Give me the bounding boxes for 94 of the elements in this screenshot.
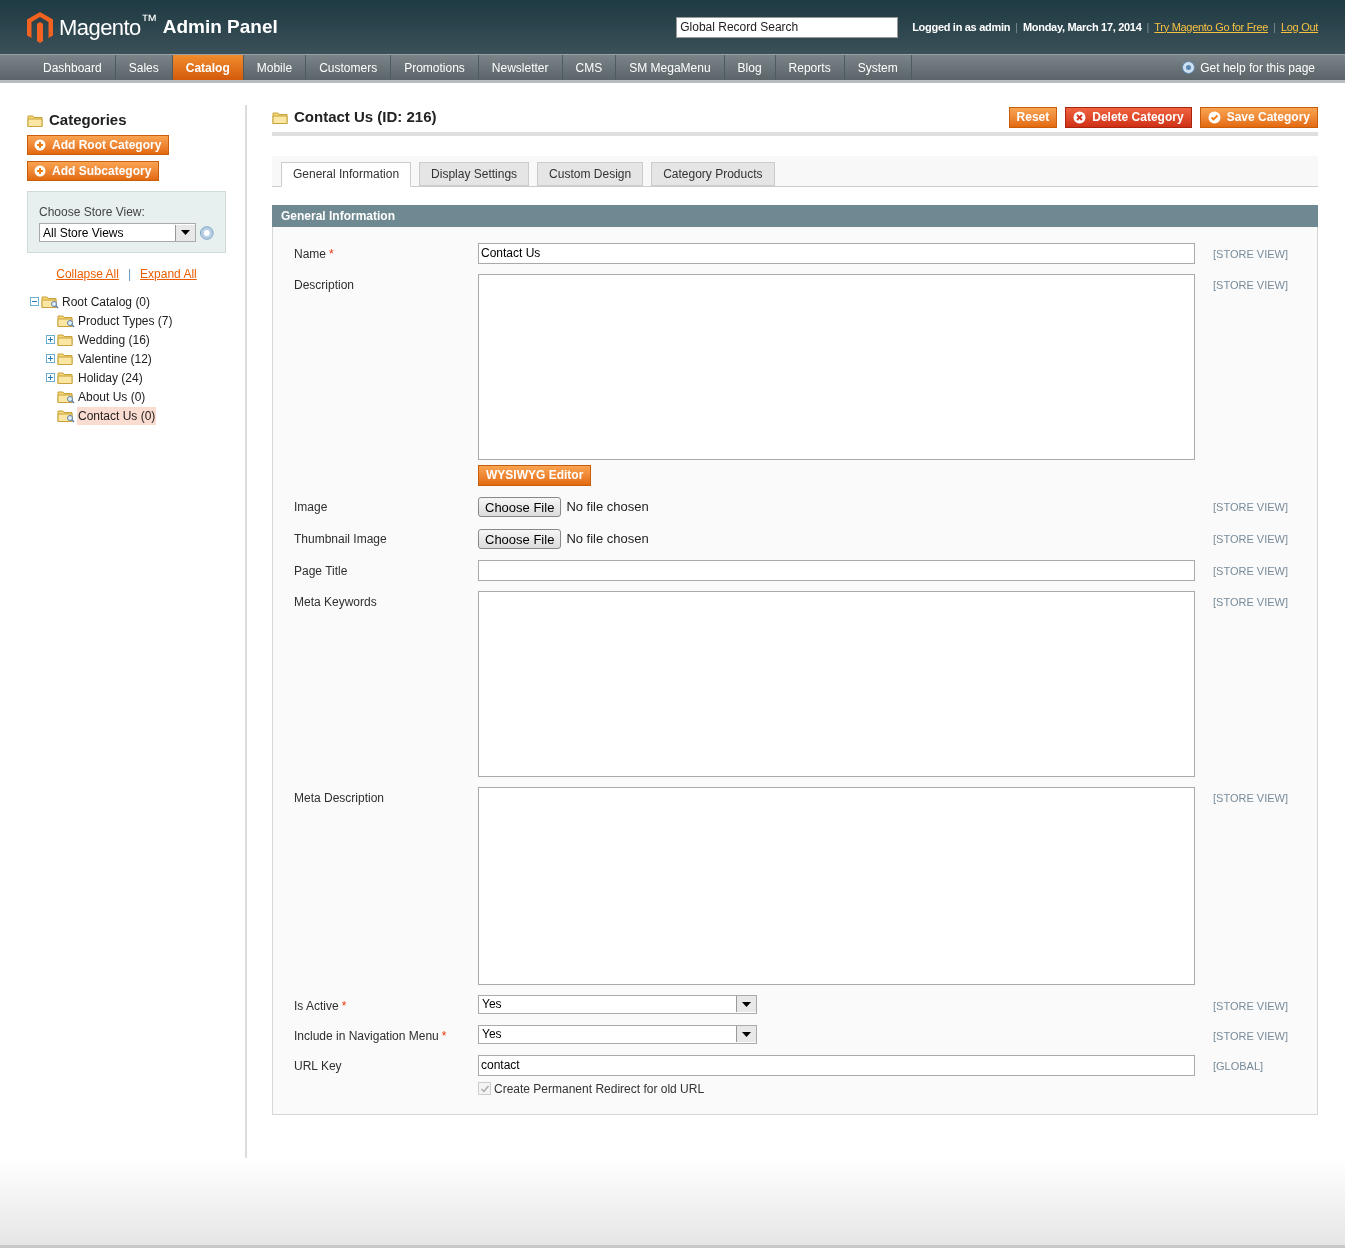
add-category-button[interactable]: Add Root Category xyxy=(27,135,170,155)
sidebar-title: Categories xyxy=(49,109,127,130)
nav-tab[interactable]: Customers xyxy=(306,55,392,80)
nav-tab[interactable]: SM MegaMenu xyxy=(616,55,725,80)
required-asterisk: * xyxy=(341,997,347,1015)
nav-tab[interactable]: Reports xyxy=(775,55,845,80)
form-tab[interactable]: Category Products xyxy=(651,161,775,186)
categories-icon xyxy=(27,112,45,128)
cancel-icon xyxy=(1073,110,1087,124)
logo-text: Magento$^{™}$ xyxy=(59,10,157,42)
add-category-button[interactable]: Add Subcategory xyxy=(27,161,160,181)
scope-label: [STORE VIEW] xyxy=(1213,1028,1288,1044)
field-label: Meta Keywords xyxy=(294,593,377,611)
file-status: No file chosen xyxy=(566,529,649,548)
field-label: Image xyxy=(294,498,328,516)
section-header: General Information xyxy=(272,204,1318,227)
store-view-label: Choose Store View: xyxy=(39,204,146,221)
action-button[interactable]: Delete Category xyxy=(1065,106,1192,128)
expand-all-link[interactable]: Expand All xyxy=(140,265,197,283)
nav-tab[interactable]: Promotions xyxy=(391,55,479,80)
help-link[interactable]: Get help for this page xyxy=(1200,58,1315,77)
category-icon xyxy=(272,109,290,125)
expand-icon[interactable] xyxy=(46,335,55,344)
header-link[interactable]: Log Out xyxy=(1280,18,1318,36)
text-field[interactable]: Contact Us xyxy=(478,242,1195,264)
required-asterisk: * xyxy=(329,245,334,263)
form-tab[interactable]: Custom Design xyxy=(537,161,644,186)
separator: | xyxy=(1015,19,1018,35)
nav-tab[interactable]: Mobile xyxy=(243,55,307,80)
field-label: Description xyxy=(294,276,355,294)
form-tab[interactable]: Display Settings xyxy=(419,161,530,186)
separator: | xyxy=(127,266,132,283)
date-text: Monday, March 17, 2014 xyxy=(1022,19,1142,35)
global-search-field[interactable]: Global Record Search xyxy=(676,16,899,38)
wysiwyg-editor-button[interactable]: WYSIWYG Editor xyxy=(478,464,592,486)
tree-item[interactable]: Holiday (24) xyxy=(77,368,144,387)
nav-tab[interactable]: Sales xyxy=(115,55,173,80)
logo-subtitle: Admin Panel xyxy=(162,14,278,39)
field-label: Thumbnail Image xyxy=(294,530,387,548)
scope-label: [STORE VIEW] xyxy=(1213,998,1288,1014)
field-label: Is Active xyxy=(294,997,339,1015)
checkbox-label: Create Permanent Redirect for old URL xyxy=(494,1080,705,1098)
store-view-select[interactable]: All Store Views xyxy=(39,223,197,242)
file-status: No file chosen xyxy=(566,497,649,516)
tree-item[interactable]: Wedding (16) xyxy=(77,330,151,349)
nav-tab[interactable]: Dashboard xyxy=(30,55,116,80)
select-field[interactable]: Yes xyxy=(478,1024,757,1044)
expand-icon[interactable] xyxy=(46,373,55,382)
scope-label: [STORE VIEW] xyxy=(1213,277,1288,293)
collapse-icon[interactable] xyxy=(30,297,39,306)
plus-icon xyxy=(34,165,46,177)
separator: | xyxy=(1146,19,1150,35)
header-link[interactable]: Try Magento Go for Free xyxy=(1154,18,1269,36)
choose-file-button[interactable]: Choose File xyxy=(478,528,562,549)
scope-label: [STORE VIEW] xyxy=(1213,246,1288,262)
collapse-all-link[interactable]: Collapse All xyxy=(56,265,119,283)
field-label: Page Title xyxy=(294,562,348,580)
logged-in-text: Logged in as admin xyxy=(912,19,1011,35)
logo-icon xyxy=(27,11,53,43)
nav-tab[interactable]: Catalog xyxy=(172,55,244,80)
tree-item[interactable]: Valentine (12) xyxy=(77,349,153,368)
expand-icon[interactable] xyxy=(46,354,55,363)
choose-file-button[interactable]: Choose File xyxy=(478,496,562,517)
tree-item[interactable]: Contact Us (0) xyxy=(77,406,157,425)
field-label: Name xyxy=(294,245,326,263)
select-field[interactable]: Yes xyxy=(478,994,757,1014)
field-label: Include in Navigation Menu xyxy=(294,1027,439,1045)
scope-label: [STORE VIEW] xyxy=(1213,563,1288,579)
field-label: Meta Description xyxy=(294,789,385,807)
field-label: URL Key xyxy=(294,1057,342,1075)
tree-item[interactable]: Root Catalog (0) xyxy=(61,292,152,311)
scope-label: [STORE VIEW] xyxy=(1213,531,1288,547)
tree-item[interactable]: About Us (0) xyxy=(77,387,147,406)
help-icon xyxy=(1182,61,1196,74)
scope-label: [STORE VIEW] xyxy=(1213,499,1288,515)
plus-icon xyxy=(34,139,46,151)
nav-tab[interactable]: System xyxy=(844,55,912,80)
text-field[interactable]: contact xyxy=(478,1054,1195,1076)
required-asterisk: * xyxy=(441,1027,447,1045)
tree-item[interactable]: Product Types (7) xyxy=(77,311,174,330)
check-icon xyxy=(1207,110,1221,124)
action-button[interactable]: Reset xyxy=(1008,106,1058,128)
text-field[interactable] xyxy=(478,559,1195,581)
scope-label: [STORE VIEW] xyxy=(1213,790,1288,806)
help-icon xyxy=(200,225,214,240)
nav-tab[interactable]: Newsletter xyxy=(478,55,563,80)
nav-tab[interactable]: Blog xyxy=(724,55,776,80)
action-button[interactable]: Save Category xyxy=(1199,106,1318,128)
separator: | xyxy=(1273,19,1276,35)
scope-label: [GLOBAL] xyxy=(1213,1058,1264,1074)
page-title: Contact Us (ID: 216) xyxy=(294,107,437,127)
form-tab[interactable]: General Information xyxy=(281,161,412,187)
nav-tab[interactable]: CMS xyxy=(562,55,617,80)
scope-label: [STORE VIEW] xyxy=(1213,594,1288,610)
